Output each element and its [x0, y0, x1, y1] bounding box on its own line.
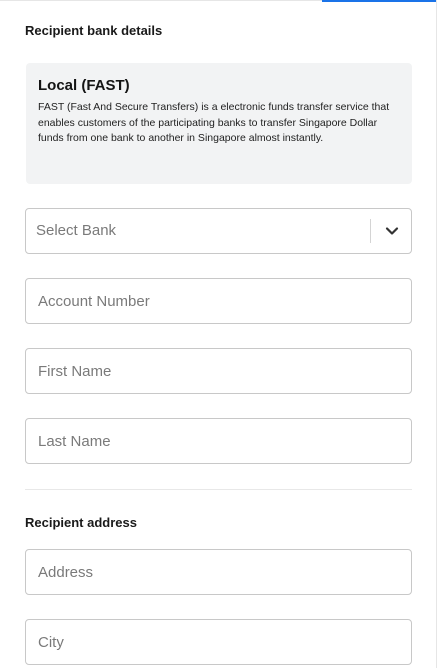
section-divider [25, 489, 412, 490]
address-heading: Recipient address [25, 515, 137, 530]
city-input[interactable] [26, 620, 411, 664]
bank-select-value: Select Bank [36, 222, 117, 239]
chevron-down-icon[interactable] [383, 222, 401, 240]
address-input[interactable] [26, 550, 411, 594]
account-number-input[interactable] [26, 279, 411, 323]
active-tab-indicator [322, 0, 436, 2]
city-field-wrapper [25, 619, 412, 665]
bank-select[interactable]: Select Bank [25, 208, 412, 254]
bank-details-heading: Recipient bank details [25, 23, 163, 38]
address-field-wrapper [25, 549, 412, 595]
account-number-field-wrapper [25, 278, 412, 324]
transfer-type-description: FAST (Fast And Secure Transfers) is a el… [38, 101, 390, 144]
first-name-input[interactable] [26, 349, 411, 393]
last-name-field-wrapper [25, 418, 412, 464]
last-name-input[interactable] [26, 419, 411, 463]
recipient-form: Recipient bank details Local (FAST) FAST… [0, 0, 437, 668]
transfer-type-card: Local (FAST) FAST (Fast And Secure Trans… [26, 63, 412, 184]
first-name-field-wrapper [25, 348, 412, 394]
select-separator [370, 219, 371, 243]
transfer-type-title: Local (FAST) [38, 77, 130, 94]
